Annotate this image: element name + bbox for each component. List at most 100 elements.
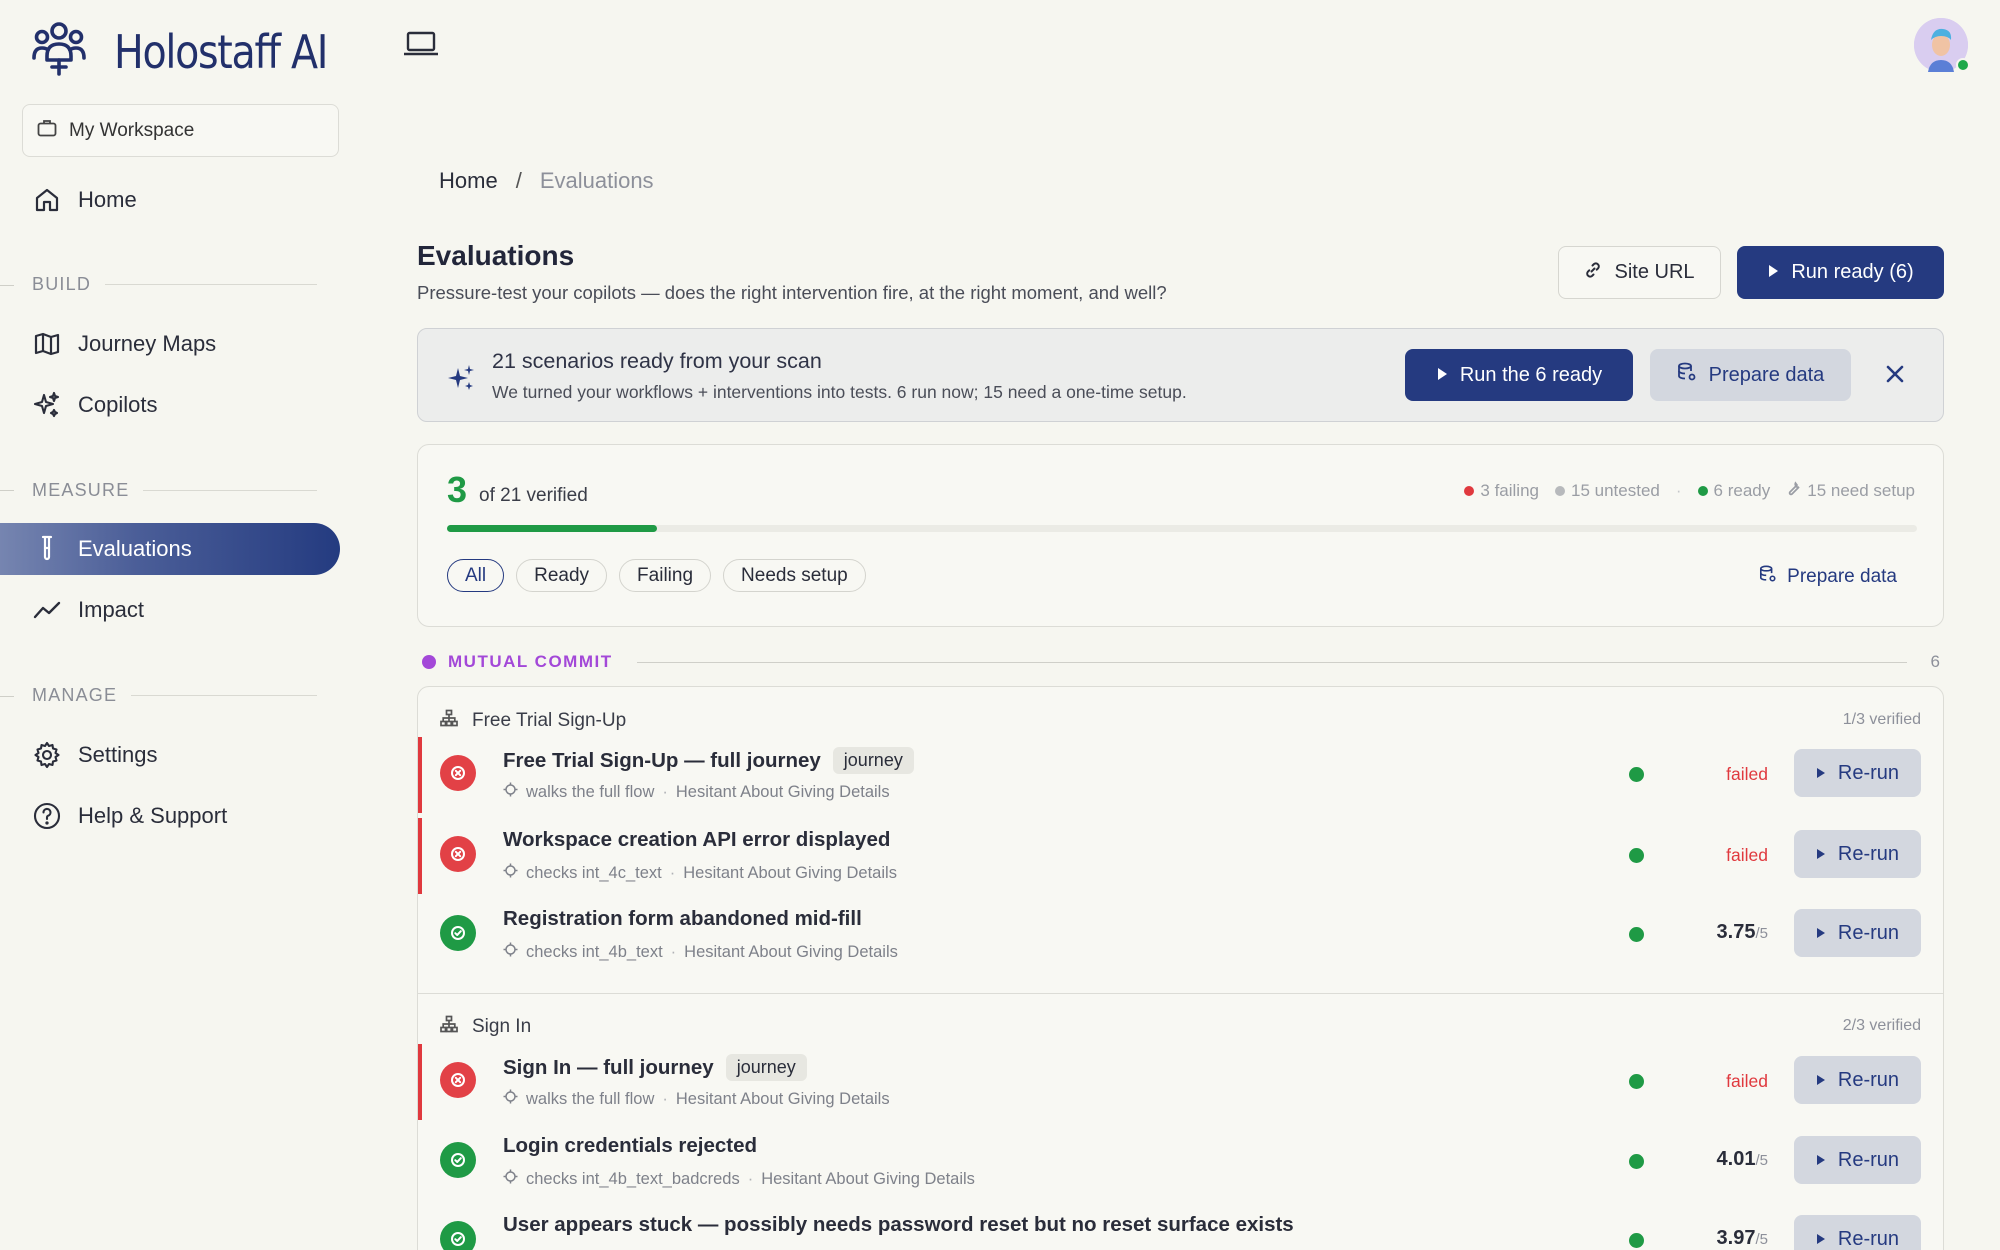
prepare-data-link-label: Prepare data: [1787, 566, 1897, 587]
filter-chip-needs-setup[interactable]: Needs setup: [723, 559, 866, 592]
team-logo-icon: [30, 20, 88, 83]
group-count: 6: [1930, 652, 1940, 671]
sidebar-item-label: Copilots: [78, 392, 158, 417]
site-url-label: Site URL: [1614, 261, 1695, 283]
meta-separator: ·: [670, 942, 677, 961]
trend-line-icon: [33, 596, 61, 624]
banner-title: 21 scenarios ready from your scan: [492, 349, 822, 373]
sidebar-item-settings[interactable]: Settings: [0, 729, 340, 781]
journey-tag: journey: [725, 1054, 807, 1081]
sparkles-icon: [446, 363, 476, 398]
brand[interactable]: Holostaff AI: [30, 20, 362, 83]
rerun-button[interactable]: Re-run: [1794, 1056, 1921, 1104]
stat-need-setup[interactable]: 15 need setup: [1786, 481, 1915, 501]
workspace-selector[interactable]: My Workspace: [22, 104, 339, 157]
run-ready-scenarios-button[interactable]: Run the 6 ready: [1405, 349, 1633, 401]
scenario-row[interactable]: Sign In — full journey journey walks the …: [418, 1044, 1943, 1120]
scenario-title: Free Trial Sign-Up — full journey journey: [503, 747, 914, 774]
scenario-meta: checks int_4b_text · Hesitant About Giving…: [503, 942, 898, 962]
live-status-dot: [1629, 848, 1644, 863]
help-circle-icon: [33, 802, 61, 830]
scenario-row[interactable]: Registration form abandoned mid-fill che…: [418, 897, 1943, 973]
scenario-meta-persona: Hesitant About Giving Details: [761, 1169, 975, 1188]
rerun-button[interactable]: Re-run: [1794, 1215, 1921, 1250]
passed-status-icon: [440, 1221, 476, 1250]
laptop-icon[interactable]: [402, 30, 440, 63]
sidebar-item-evaluations[interactable]: Evaluations: [0, 523, 340, 575]
passed-status-icon: [440, 915, 476, 951]
workspace-label: My Workspace: [69, 119, 195, 141]
stat-untested[interactable]: 15 untested: [1555, 481, 1660, 501]
flow-verified-count: 2/3 verified: [1842, 1017, 1921, 1034]
play-icon: [1436, 364, 1448, 387]
sidebar-item-home[interactable]: Home: [0, 174, 340, 226]
crosshair-icon: [503, 1169, 518, 1189]
link-icon: [1584, 261, 1602, 285]
sidebar-item-impact[interactable]: Impact: [0, 584, 340, 636]
filter-chip-all[interactable]: All: [447, 559, 505, 592]
scenario-row[interactable]: Login credentials rejected checks int_4b…: [418, 1124, 1943, 1200]
rerun-label: Re-run: [1837, 1148, 1900, 1171]
site-url-button[interactable]: Site URL: [1558, 246, 1721, 299]
breadcrumb-separator: /: [515, 168, 522, 193]
scenario-row[interactable]: Free Trial Sign-Up — full journey journey…: [418, 737, 1943, 813]
breadcrumb: Home / Evaluations: [439, 168, 654, 194]
scenario-meta-check: checks int_4b_text_badcreds: [526, 1169, 740, 1188]
page-title: Evaluations: [417, 240, 575, 271]
group-name: MUTUAL COMMIT: [448, 652, 613, 671]
meta-separator: ·: [669, 863, 676, 882]
score-value: 4.01: [1716, 1148, 1756, 1170]
sidebar-item-copilots[interactable]: Copilots: [0, 379, 340, 431]
scenario-row[interactable]: User appears stuck — possibly needs pass…: [418, 1203, 1943, 1250]
section-rule: [105, 284, 317, 285]
status-summary: 3 failing 15 untested · 6 ready 15 need …: [1464, 481, 1915, 501]
scenario-title: Sign In — full journey journey: [503, 1054, 807, 1081]
section-label-manage: MANAGE: [32, 685, 317, 706]
stat-ready-label: 6 ready: [1713, 481, 1771, 500]
prepare-data-button[interactable]: Prepare data: [1650, 349, 1851, 401]
rerun-label: Re-run: [1837, 1227, 1900, 1250]
sidebar-item-label: Evaluations: [78, 536, 192, 561]
stat-failing-label: 3 failing: [1480, 481, 1539, 500]
flow-name: Free Trial Sign-Up: [472, 710, 627, 731]
close-icon[interactable]: [1884, 363, 1906, 390]
breadcrumb-home[interactable]: Home: [439, 168, 498, 194]
scenario-row[interactable]: Workspace creation API error displayed c…: [418, 818, 1943, 894]
scenario-title-text: Sign In — full journey: [503, 1055, 714, 1079]
rerun-button[interactable]: Re-run: [1794, 830, 1921, 878]
rerun-button[interactable]: Re-run: [1794, 749, 1921, 797]
filter-chip-failing[interactable]: Failing: [619, 559, 712, 592]
sidebar: Holostaff AI My Workspace Home BUILD Jou…: [0, 0, 360, 1250]
stat-failing[interactable]: 3 failing: [1464, 481, 1539, 501]
verified-of-text: of 21 verified: [479, 485, 588, 506]
rerun-label: Re-run: [1837, 761, 1900, 784]
sidebar-item-journey-maps[interactable]: Journey Maps: [0, 318, 340, 370]
filter-chip-ready[interactable]: Ready: [516, 559, 608, 592]
stat-separator: ·: [1675, 481, 1682, 500]
rerun-button[interactable]: Re-run: [1794, 909, 1921, 957]
stat-need-setup-label: 15 need setup: [1807, 481, 1915, 500]
flow-verified-count: 1/3 verified: [1842, 711, 1921, 728]
rerun-button[interactable]: Re-run: [1794, 1136, 1921, 1184]
scenario-title: User appears stuck — possibly needs pass…: [503, 1213, 1294, 1237]
sidebar-item-help[interactable]: Help & Support: [0, 790, 340, 842]
failed-status-icon: [440, 1062, 476, 1098]
meta-separator: ·: [662, 782, 668, 801]
meta-separator: ·: [662, 1089, 668, 1108]
sidebar-item-label: Home: [78, 187, 137, 212]
group-rule: [636, 661, 1907, 663]
avatar[interactable]: [1914, 18, 1970, 72]
run-6-label: Run the 6 ready: [1459, 363, 1603, 386]
banner-subtitle: We turned your workflows + interventions…: [492, 382, 1187, 402]
stat-ready[interactable]: 6 ready: [1697, 481, 1771, 501]
play-icon: [1816, 1069, 1826, 1092]
prepare-data-link[interactable]: Prepare data: [1759, 565, 1897, 589]
run-ready-button[interactable]: Run ready (6): [1737, 246, 1944, 299]
verification-progress-card: 3 of 21 verified 3 failing 15 untested ·…: [417, 444, 1944, 627]
scenario-meta: walks the full flow · Hesitant About Givin…: [503, 1089, 890, 1109]
result-failed: failed: [1726, 764, 1768, 784]
sparkles-icon: [33, 391, 61, 419]
section-label-text: MEASURE: [32, 480, 130, 500]
sidebar-item-label: Settings: [78, 742, 158, 767]
play-icon: [1816, 1149, 1826, 1172]
